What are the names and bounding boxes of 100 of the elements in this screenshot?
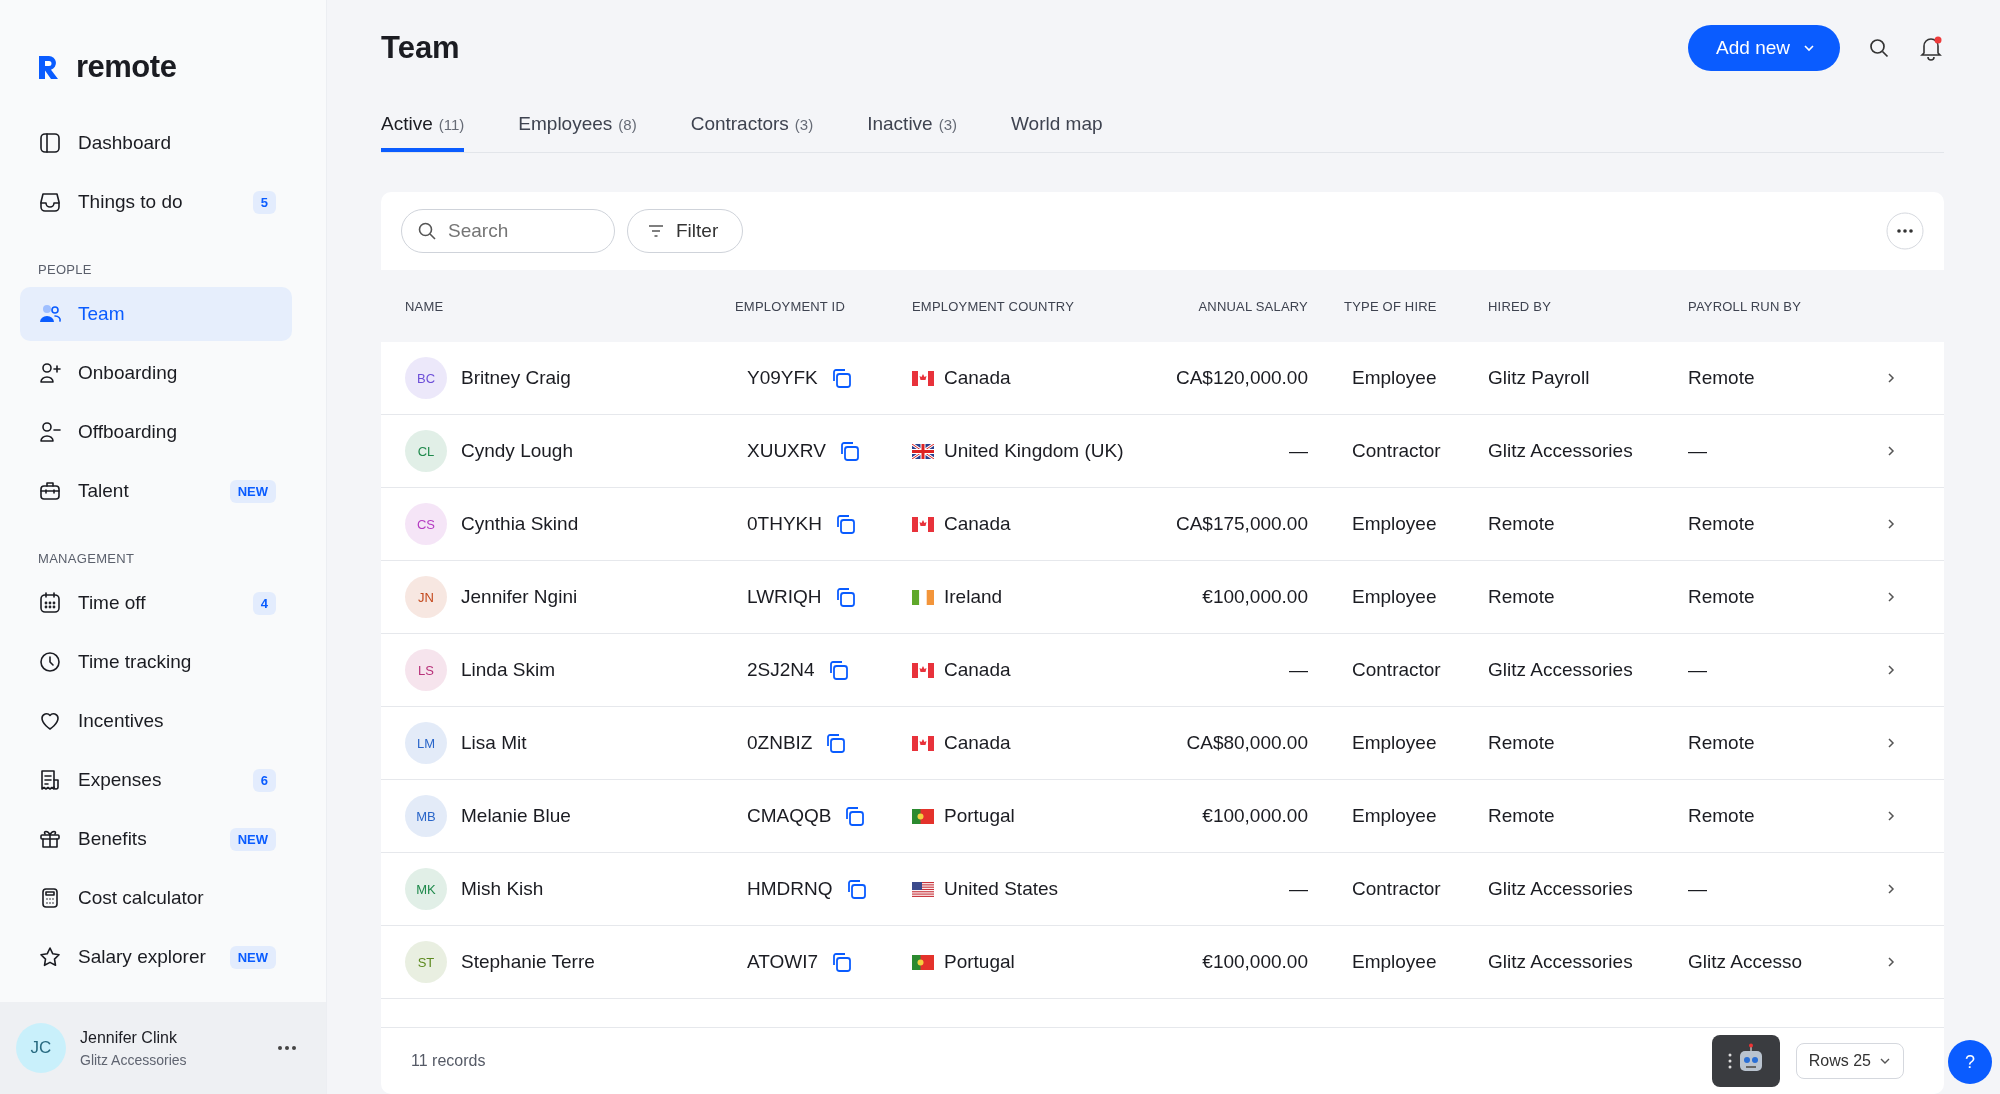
avatar: LS [405,649,447,691]
country-name: Canada [944,513,1011,535]
employee-name: Britney Craig [461,367,571,389]
table-row[interactable]: CS Cynthia Skind 0THYKH Canada CA$175,000.00 Employee Remote Remote [381,488,1944,561]
table-row[interactable]: MB Melanie Blue CMAQQB Portugal €100,000.00 Employee Remote Remote [381,780,1944,853]
country-name: United States [944,878,1059,900]
flag-icon [912,662,934,678]
avatar: ST [405,941,447,983]
nav-item[interactable]: Incentives [20,694,292,748]
hire-type: Contractor [1351,440,1442,462]
nav-item[interactable]: Things to do 5 [20,175,292,229]
badge: 5 [252,190,276,214]
star-icon [38,945,62,969]
receipt-icon [38,768,62,792]
user-avatar: JC [16,1023,66,1073]
salary: €100,000.00 [1201,586,1309,608]
brand-name: remote [76,49,177,85]
tab[interactable]: Employees (8) [518,96,637,152]
table-row[interactable]: CL Cyndy Lough XUUXRV United Kingdom (UK) — Contractor Glitz Accessories — [381,415,1944,488]
employee-name: Mish Kish [461,878,544,900]
nav-item[interactable]: Time tracking [20,635,292,689]
user-minus-icon [38,420,62,444]
payroll-provider: Glitz Accesso [1688,951,1804,973]
employment-id: LWRIQH [747,586,822,608]
clock-icon [38,650,62,674]
rows-per-page-select[interactable]: Rows 25 [1795,1043,1904,1079]
tab[interactable]: Inactive (3) [867,96,958,152]
badge: NEW [229,827,276,851]
hire-type: Employee [1351,367,1438,389]
payroll-provider: Remote [1688,732,1756,754]
search-field[interactable]: Search [401,209,615,253]
add-new-button[interactable]: Add new [1688,25,1840,71]
country-name: Canada [944,367,1011,389]
filter-button[interactable]: Filter [627,209,744,253]
inbox-icon [38,190,62,214]
employee-name: Melanie Blue [461,805,571,827]
column-header: ANNUAL SALARY [1197,298,1309,314]
more-icon[interactable] [278,1046,296,1050]
help-button[interactable]: ? [1948,1040,1992,1084]
avatar: CL [405,430,447,472]
salary: — [1288,440,1309,462]
tab[interactable]: World map [1011,96,1103,152]
tab[interactable]: Active (11) [381,96,465,152]
calendar-icon [38,591,62,615]
nav-item[interactable]: Salary explorer NEW [20,930,292,984]
table-row[interactable]: LS Linda Skim 2SJ2N4 Canada — Contractor Glitz Accessories — [381,634,1944,707]
hired-by: Remote [1488,805,1556,827]
hired-by: Glitz Accessories [1488,878,1634,900]
assistant-widget[interactable] [1711,1035,1780,1087]
hired-by: Remote [1488,513,1556,535]
avatar: JN [405,576,447,618]
hire-type: Contractor [1351,878,1442,900]
search-icon[interactable] [1868,37,1890,59]
badge: NEW [229,479,276,503]
hired-by: Glitz Accessories [1488,951,1634,973]
payroll-provider: Remote [1688,367,1756,389]
copy-icon[interactable] [830,951,853,973]
payroll-provider: — [1688,878,1708,900]
briefcase-icon [38,479,62,503]
country-name: Canada [944,659,1011,681]
payroll-provider: — [1688,440,1708,462]
copy-icon[interactable] [824,732,847,754]
column-header: EMPLOYMENT ID [735,298,846,314]
salary: CA$120,000.00 [1174,367,1309,389]
nav-item[interactable]: Expenses 6 [20,753,292,807]
nav-item[interactable]: Offboarding [20,405,292,459]
flag-icon [912,808,934,824]
nav-item[interactable]: Time off 4 [20,576,292,630]
tab[interactable]: Contractors (3) [690,96,814,152]
table-row[interactable]: LM Lisa Mit 0ZNBIZ Canada CA$80,000.00 Employee Remote Remote [381,707,1944,780]
nav-item[interactable]: Cost calculator [20,871,292,925]
copy-icon[interactable] [843,805,866,827]
nav-item[interactable]: Talent NEW [20,464,292,518]
employment-id: ATOWI7 [747,951,819,973]
nav-item[interactable]: Team [20,287,292,341]
table-row[interactable]: ST Stephanie Terre ATOWI7 Portugal €100,000.00 Employee Glitz Accessories Glitz Accesso [381,926,1944,999]
avatar: CS [405,503,447,545]
salary: — [1288,659,1309,681]
hire-type: Employee [1351,513,1438,535]
nav-item[interactable]: Dashboard [20,116,292,170]
flag-icon [912,735,934,751]
salary: CA$80,000.00 [1185,732,1309,754]
payroll-provider: Remote [1688,805,1756,827]
nav-item[interactable]: Benefits NEW [20,812,292,866]
search-icon [417,221,437,241]
hired-by: Remote [1488,586,1556,608]
employee-name: Jennifer Ngini [461,586,578,608]
country-name: Portugal [944,951,1015,973]
section-heading: MANAGEMENT [37,550,136,568]
column-header: PAYROLL RUN BY [1688,298,1803,314]
section-heading: PEOPLE [37,261,93,279]
table-row[interactable]: JN Jennifer Ngini LWRIQH Ireland €100,000.00 Employee Remote Remote [381,561,1944,634]
nav-item[interactable]: Onboarding [20,346,292,400]
notification-icon[interactable] [1918,35,1944,61]
payroll-provider: Remote [1688,513,1756,535]
avatar: LM [405,722,447,764]
table-row[interactable]: BC Britney Craig Y09YFK Canada CA$120,000.00 Employee Glitz Payroll Remote [381,342,1944,415]
salary: — [1288,878,1309,900]
page-title: Team [381,30,461,66]
table-row[interactable]: MK Mish Kish HMDRNQ United States — Contractor Glitz Accessories — [381,853,1944,926]
